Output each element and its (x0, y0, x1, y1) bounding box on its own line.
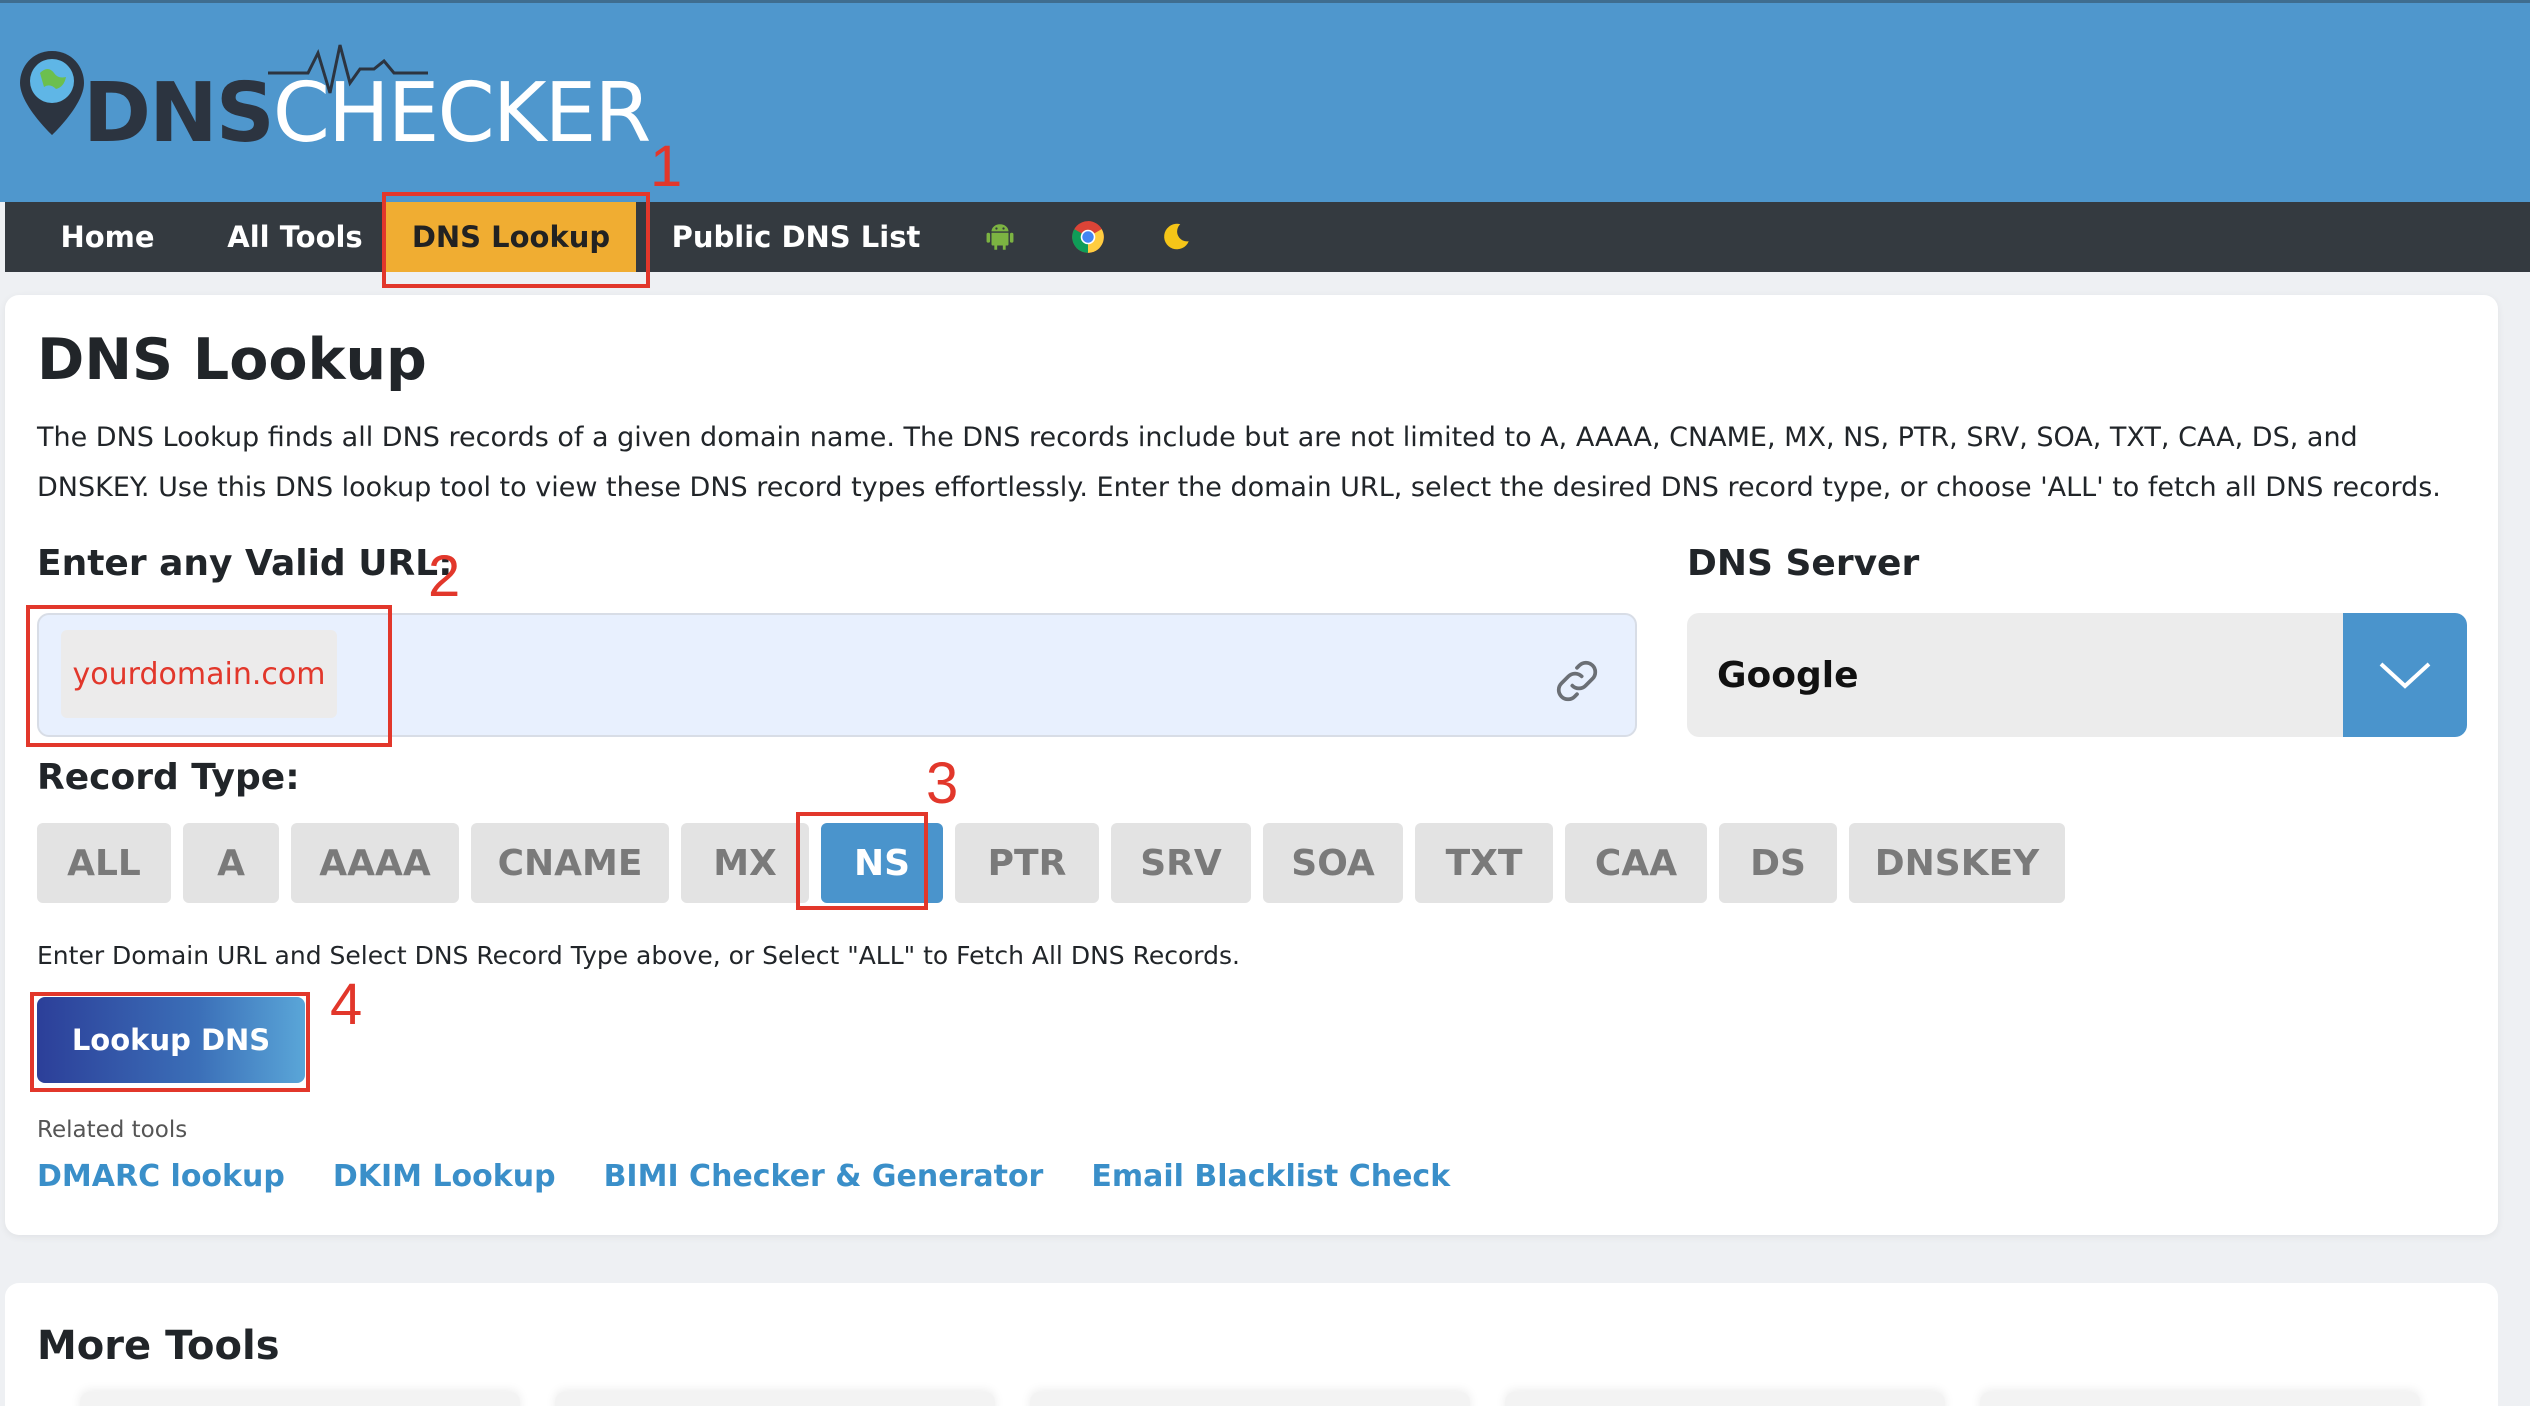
record-type-all[interactable]: ALL (37, 823, 171, 903)
record-type-a[interactable]: A (183, 823, 279, 903)
chrome-icon[interactable] (1044, 202, 1132, 272)
record-type-buttons: ALL A AAAA CNAME MX NS PTR SRV SOA TXT C… (37, 823, 2077, 903)
nav-home[interactable]: Home (5, 202, 210, 272)
record-type-label: Record Type: (37, 757, 300, 798)
nav-all-tools[interactable]: All Tools (210, 202, 380, 272)
record-type-txt[interactable]: TXT (1415, 823, 1553, 903)
related-link-dkim[interactable]: DKIM Lookup (333, 1159, 556, 1194)
tool-tile[interactable] (1505, 1392, 1945, 1406)
related-link-bimi[interactable]: BIMI Checker & Generator (604, 1159, 1044, 1194)
record-type-ds[interactable]: DS (1719, 823, 1837, 903)
tool-tile[interactable] (80, 1392, 520, 1406)
dns-server-select[interactable]: Google (1687, 613, 2530, 737)
link-icon[interactable] (1549, 653, 1605, 709)
annotation-box-4 (30, 992, 310, 1092)
more-tools-title: More Tools (37, 1323, 280, 1369)
annotation-number-3: 3 (926, 751, 959, 816)
dns-server-label: DNS Server (1687, 543, 1920, 584)
related-link-dmarc[interactable]: DMARC lookup (37, 1159, 285, 1194)
record-type-ptr[interactable]: PTR (955, 823, 1099, 903)
dns-server-value[interactable]: Google (1687, 613, 2363, 737)
dns-lookup-card: DNS Lookup The DNS Lookup finds all DNS … (5, 295, 2498, 1235)
annotation-box-1 (382, 192, 650, 288)
dropdown-button[interactable] (2343, 613, 2467, 737)
logo-dns-text: DNS (83, 66, 275, 161)
logo-checker-text: CHECKER (272, 66, 652, 161)
tool-tile[interactable] (555, 1392, 995, 1406)
annotation-box-2 (26, 605, 392, 747)
page: DNSCHECKER Home All Tools DNS Lookup Pub… (0, 0, 2530, 1406)
nav-public-dns-list[interactable]: Public DNS List (636, 202, 956, 272)
more-tools-card: More Tools (5, 1283, 2498, 1406)
annotation-number-2: 2 (428, 544, 461, 609)
annotation-number-1: 1 (650, 134, 683, 199)
annotation-number-4: 4 (330, 972, 363, 1037)
lookup-hint: Enter Domain URL and Select DNS Record T… (37, 941, 1240, 970)
android-icon[interactable] (956, 202, 1044, 272)
annotation-box-3 (796, 812, 928, 910)
record-type-dnskey[interactable]: DNSKEY (1849, 823, 2065, 903)
record-type-cname[interactable]: CNAME (471, 823, 669, 903)
site-header: DNSCHECKER (0, 0, 2530, 202)
related-tools-label: Related tools (37, 1117, 188, 1143)
record-type-srv[interactable]: SRV (1111, 823, 1251, 903)
record-type-soa[interactable]: SOA (1263, 823, 1403, 903)
url-label: Enter any Valid URL: (37, 543, 453, 584)
record-type-caa[interactable]: CAA (1565, 823, 1707, 903)
dnschecker-logo[interactable]: DNSCHECKER (18, 43, 651, 173)
related-tools-links: DMARC lookup DKIM Lookup BIMI Checker & … (37, 1159, 1498, 1194)
related-link-blacklist[interactable]: Email Blacklist Check (1091, 1159, 1450, 1194)
tool-tile[interactable] (1980, 1392, 2420, 1406)
moon-icon[interactable] (1132, 202, 1220, 272)
tool-tile[interactable] (1030, 1392, 1470, 1406)
page-description: The DNS Lookup finds all DNS records of … (37, 422, 2441, 503)
logo-wordmark: DNSCHECKER (83, 73, 651, 155)
chevron-down-icon (2379, 662, 2431, 689)
record-type-aaaa[interactable]: AAAA (291, 823, 459, 903)
record-type-mx[interactable]: MX (681, 823, 809, 903)
page-title: DNS Lookup (37, 327, 427, 393)
